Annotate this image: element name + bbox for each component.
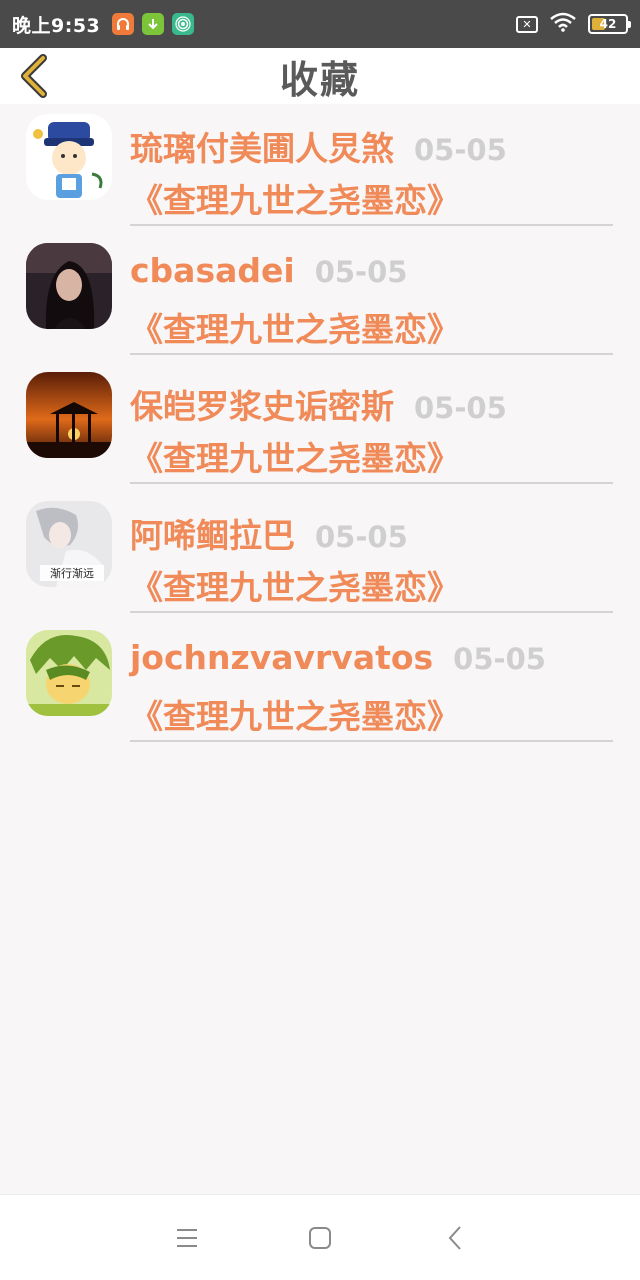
list-item[interactable]: cbasadei 05-05 《查理九世之尧墨恋》 xyxy=(0,233,640,362)
status-right: ✕ 42 xyxy=(516,12,631,36)
favorite-entry: cbasadei 05-05 《查理九世之尧墨恋》 xyxy=(130,233,613,355)
home-button[interactable] xyxy=(300,1218,340,1258)
date: 05-05 xyxy=(453,642,546,676)
system-nav-bar xyxy=(0,1194,640,1280)
download-icon xyxy=(142,13,165,35)
username[interactable]: 阿唏鲴拉巴 xyxy=(130,509,295,557)
list-item[interactable]: 保皑罗浆史诟密斯 05-05 《查理九世之尧墨恋》 xyxy=(0,362,640,491)
woman-portrait-avatar[interactable] xyxy=(26,243,112,329)
list-item[interactable]: 渐行渐远 阿唏鲴拉巴 05-05 《查理九世之尧墨恋》 xyxy=(0,491,640,620)
back-triangle-icon xyxy=(448,1226,461,1250)
battery-level: 42 xyxy=(599,17,617,31)
page-title: 收藏 xyxy=(279,57,360,102)
anime-boy-avatar[interactable] xyxy=(26,630,112,716)
home-square-icon xyxy=(309,1227,331,1249)
book-title[interactable]: 《查理九世之尧墨恋》 xyxy=(130,303,460,351)
date: 05-05 xyxy=(315,520,408,554)
favorite-entry: 阿唏鲴拉巴 05-05 《查理九世之尧墨恋》 xyxy=(130,491,613,613)
status-bar: 晚上9:53 ✕ 42 xyxy=(0,0,640,48)
headphone-app-icon xyxy=(112,13,135,35)
list-item[interactable]: jochnzvavrvatos 05-05 《查理九世之尧墨恋》 xyxy=(0,620,640,749)
status-time: 晚上9:53 xyxy=(12,14,101,37)
hotspot-icon xyxy=(172,13,195,35)
favorite-entry: 琉璃付美圃人炅煞 05-05 《查理九世之尧墨恋》 xyxy=(130,104,613,226)
wifi-icon xyxy=(550,12,576,36)
portrait-caption-avatar[interactable]: 渐行渐远 xyxy=(26,501,112,587)
list-item[interactable]: 琉璃付美圃人炅煞 05-05 《查理九世之尧墨恋》 xyxy=(0,104,640,233)
username[interactable]: jochnzvavrvatos xyxy=(130,638,433,677)
page-header: 收藏 xyxy=(0,48,640,104)
username[interactable]: 琉璃付美圃人炅煞 xyxy=(130,122,394,170)
username[interactable]: 保皑罗浆史诟密斯 xyxy=(130,380,394,428)
battery-icon: 42 xyxy=(588,14,631,34)
avatar-caption: 渐行渐远 xyxy=(50,566,94,580)
no-sim-icon: ✕ xyxy=(516,15,538,33)
date: 05-05 xyxy=(414,133,507,167)
menu-button[interactable] xyxy=(167,1218,207,1258)
menu-icon xyxy=(177,1229,197,1247)
book-title[interactable]: 《查理九世之尧墨恋》 xyxy=(130,432,460,480)
sunset-pavilion-avatar[interactable] xyxy=(26,372,112,458)
book-title[interactable]: 《查理九世之尧墨恋》 xyxy=(130,174,460,222)
favorite-entry: 保皑罗浆史诟密斯 05-05 《查理九世之尧墨恋》 xyxy=(130,362,613,484)
favorite-entry: jochnzvavrvatos 05-05 《查理九世之尧墨恋》 xyxy=(130,620,613,742)
notification-icons xyxy=(112,13,195,35)
cartoon-character-avatar[interactable] xyxy=(26,114,112,200)
chevron-left-icon xyxy=(21,54,47,98)
back-button[interactable] xyxy=(12,54,56,98)
date: 05-05 xyxy=(314,255,408,289)
book-title[interactable]: 《查理九世之尧墨恋》 xyxy=(130,690,460,738)
book-title[interactable]: 《查理九世之尧墨恋》 xyxy=(130,561,460,609)
username[interactable]: cbasadei xyxy=(130,251,295,290)
favorites-list: 琉璃付美圃人炅煞 05-05 《查理九世之尧墨恋》 cbasadei 05-05… xyxy=(0,104,640,749)
nav-back-button[interactable] xyxy=(435,1218,475,1258)
date: 05-05 xyxy=(414,391,507,425)
